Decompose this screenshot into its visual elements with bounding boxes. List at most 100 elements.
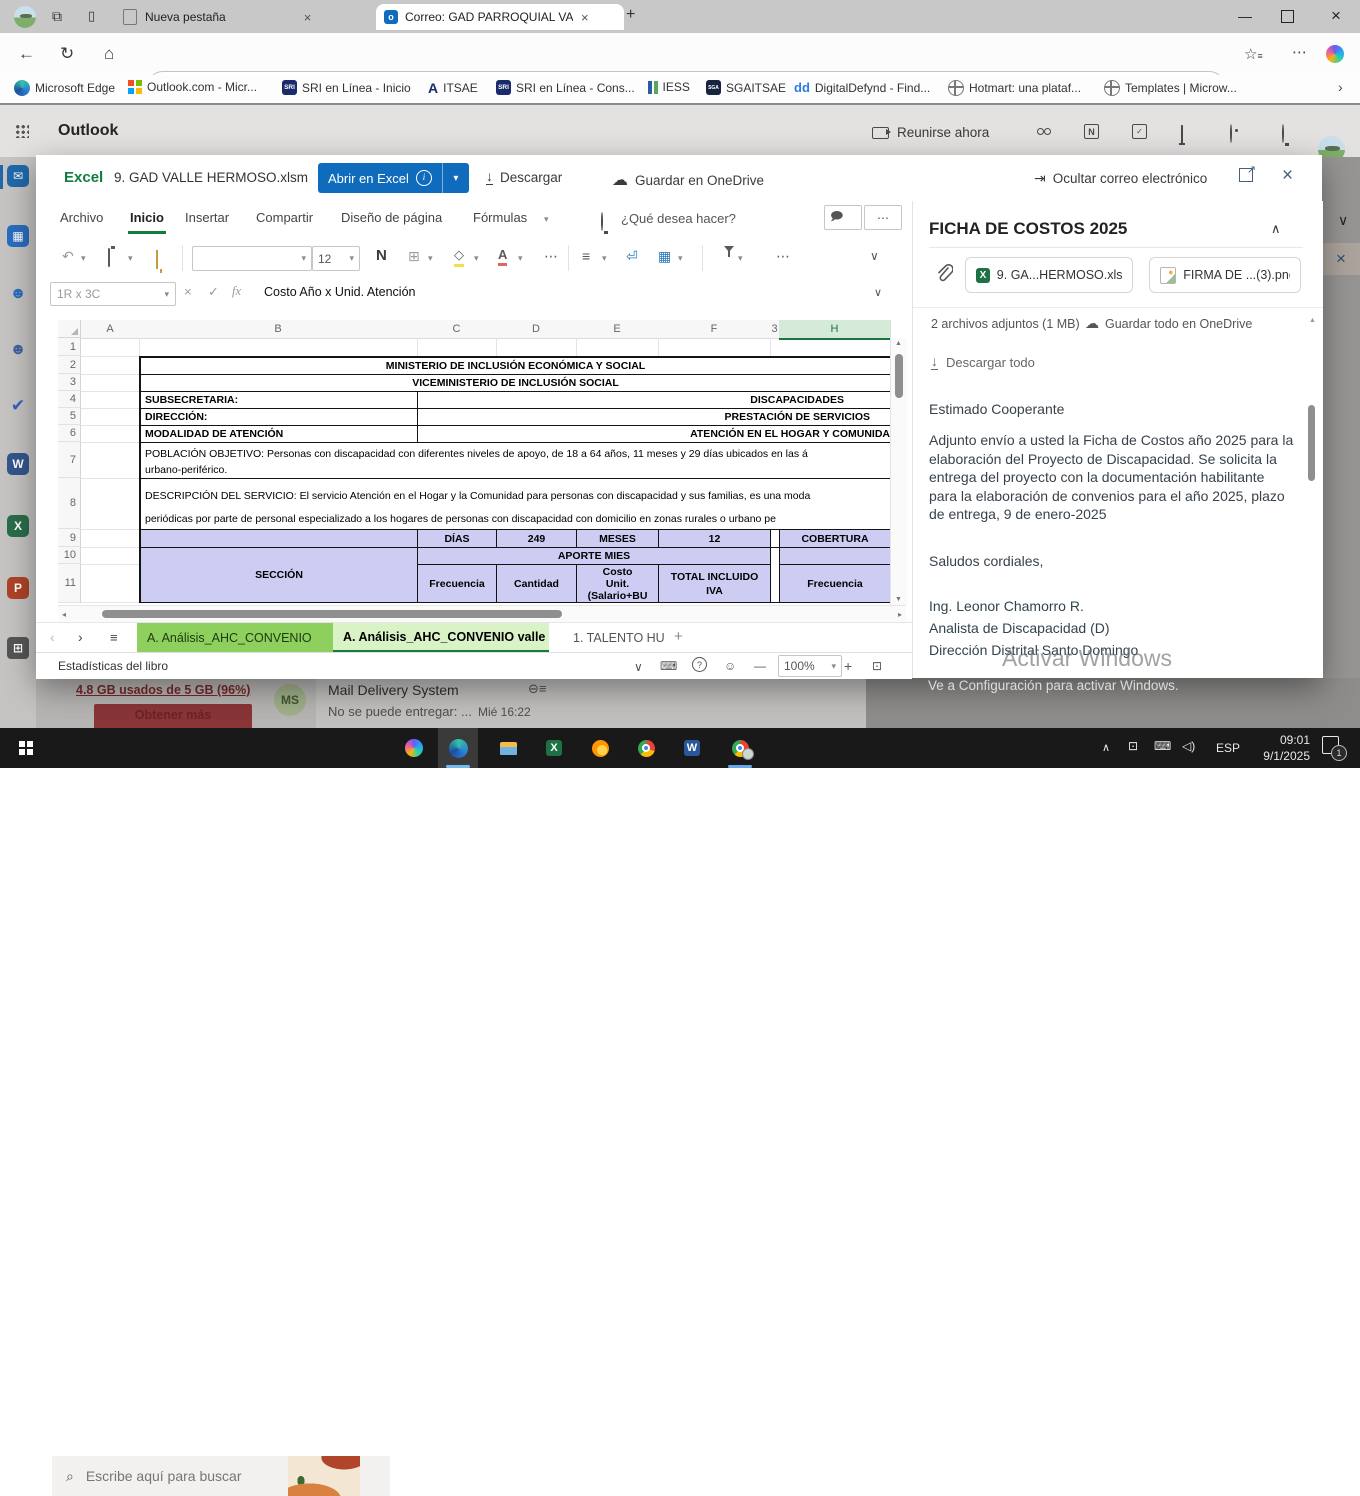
formula-expand-icon[interactable]: ∨ <box>874 286 882 299</box>
taskbar-copilot[interactable] <box>394 728 434 768</box>
cell-direccion-label[interactable]: DIRECCIÓN: <box>139 408 418 426</box>
font-color-dropdown-icon[interactable]: ▾ <box>518 253 523 264</box>
rail-mail-icon[interactable]: ✉ <box>7 165 29 187</box>
column-header-h[interactable]: H <box>779 320 891 340</box>
ribbon-more-button[interactable]: ⋯ <box>864 205 902 230</box>
undo-icon[interactable]: ↶ <box>62 248 74 265</box>
sheet-next-icon[interactable]: › <box>78 629 83 645</box>
column-header-b[interactable]: B <box>139 320 418 339</box>
row-header-7[interactable]: 7 <box>58 442 81 478</box>
zoom-in-icon[interactable]: + <box>844 658 852 674</box>
copilot-icon[interactable] <box>1326 45 1344 63</box>
close-tab-icon[interactable]: × <box>304 10 312 25</box>
browser-tab-outlook[interactable]: o Correo: GAD PARROQUIAL VALLE × <box>376 4 624 30</box>
vertical-scroll-thumb[interactable] <box>895 354 903 398</box>
row-header-5[interactable]: 5 <box>58 408 81 425</box>
settings-gear-icon[interactable] <box>1230 124 1232 143</box>
back-icon[interactable]: ← <box>18 44 35 64</box>
ribbon-tab-diseno[interactable]: Diseño de página <box>339 210 444 225</box>
attachment-chip-png[interactable]: FIRMA DE ...(3).png <box>1149 257 1301 293</box>
cell-dias-value[interactable]: 249 <box>496 529 577 548</box>
cell-direccion-value[interactable]: PRESTACIÓN DE SERVICIOS <box>417 408 891 426</box>
collapse-chevron-icon[interactable]: ∨ <box>1338 212 1348 229</box>
cell-dias[interactable]: DÍAS <box>417 529 497 548</box>
ribbon-tab-insertar[interactable]: Insertar <box>183 210 231 225</box>
sort-filter-dropdown-icon[interactable]: ▾ <box>738 253 743 264</box>
fill-color-icon[interactable]: ◇ <box>454 247 464 267</box>
ribbon-tab-archivo[interactable]: Archivo <box>58 210 105 225</box>
maximize-button[interactable] <box>1281 10 1294 23</box>
save-onedrive-button[interactable]: ☁Guardar en OneDrive <box>612 170 764 190</box>
close-pane-icon[interactable]: × <box>1322 243 1360 275</box>
taskbar-search[interactable]: ⌕ <box>52 1456 390 1496</box>
add-sheet-button[interactable]: + <box>674 628 683 645</box>
font-color-icon[interactable]: A <box>498 247 507 266</box>
cell-descripcion-servicio[interactable]: DESCRIPCIÓN DEL SERVICIO: El servicio At… <box>139 478 891 530</box>
status-dropdown-icon[interactable]: ∨ <box>634 660 643 674</box>
font-more-icon[interactable]: ⋯ <box>544 248 558 265</box>
onenote-icon[interactable]: N <box>1084 124 1099 139</box>
row-header-1[interactable]: 1 <box>58 338 81 356</box>
bookmark-digitaldefynd[interactable]: ddDigitalDefynd - Find... <box>794 80 930 95</box>
close-tab-icon[interactable]: × <box>581 10 589 25</box>
align-icon[interactable]: ≡ <box>582 248 590 264</box>
sheet-prev-icon[interactable]: ‹ <box>50 629 55 645</box>
ribbon-tab-inicio[interactable]: Inicio <box>128 210 166 234</box>
row-header-9[interactable]: 9 <box>58 529 81 547</box>
cell-r9-b[interactable] <box>139 529 418 548</box>
search-highlight-image[interactable] <box>288 1456 360 1496</box>
popout-icon[interactable]: ↗ <box>1239 168 1253 182</box>
outlook-logo[interactable]: Outlook <box>58 122 118 140</box>
font-name-select[interactable]: ▾ <box>192 246 312 271</box>
bold-button[interactable]: N <box>376 247 387 264</box>
bookmark-templates[interactable]: Templates | Microw... <box>1104 80 1237 96</box>
open-in-excel-button[interactable]: Abrir en Exceli <box>318 163 442 193</box>
email-scroll-thumb[interactable] <box>1308 405 1315 481</box>
bookmark-sri-inicio[interactable]: SRISRI en Línea - Inicio <box>282 80 411 95</box>
paste-dropdown-icon[interactable]: ▾ <box>128 253 133 264</box>
row-header-11[interactable]: 11 <box>58 564 81 603</box>
rail-powerpoint-icon[interactable]: P <box>7 577 29 599</box>
taskbar-word[interactable]: W <box>672 728 712 768</box>
name-box[interactable]: 1R x 3C▾ <box>50 282 176 306</box>
taskbar-edge-active[interactable] <box>438 728 478 768</box>
rail-calendar-icon[interactable]: ▦ <box>7 225 29 247</box>
cell-aporte-mies[interactable]: APORTE MIES <box>417 547 771 565</box>
tray-chevron-icon[interactable]: ∧ <box>1102 741 1110 754</box>
column-header-a[interactable]: A <box>81 320 140 339</box>
cell-modalidad-value[interactable]: ATENCIÓN EN EL HOGAR Y COMUNIDA <box>417 425 891 443</box>
column-header-c[interactable]: C <box>417 320 497 339</box>
open-in-excel-dropdown[interactable]: ▾ <box>442 163 469 193</box>
tray-language[interactable]: ESP <box>1216 741 1240 755</box>
favorites-list-icon[interactable]: ☆≡ <box>1244 45 1263 63</box>
download-all-button[interactable]: ↓Descargar todo <box>931 355 1035 370</box>
taskbar-excel[interactable]: X <box>534 728 574 768</box>
row-header-8[interactable]: 8 <box>58 478 81 529</box>
tips-lightbulb-icon[interactable] <box>1282 124 1284 143</box>
sheet-list-icon[interactable]: ≡ <box>110 630 118 645</box>
action-center-icon[interactable]: 1 <box>1322 736 1339 759</box>
browser-profile-avatar[interactable] <box>14 6 36 28</box>
sheet-tab-1[interactable]: A. Análisis_AHC_CONVENIO <box>137 623 339 653</box>
formulas-dropdown-icon[interactable]: ▾ <box>544 214 549 225</box>
cell-meses[interactable]: MESES <box>576 529 659 548</box>
format-painter-icon[interactable] <box>156 250 158 269</box>
cancel-entry-icon[interactable]: × <box>184 284 192 299</box>
app-launcher-icon[interactable] <box>15 124 29 138</box>
cell-seccion[interactable]: SECCIÓN <box>139 547 418 603</box>
column-header-d[interactable]: D <box>496 320 577 339</box>
workspaces-icon[interactable]: ⧉ <box>52 8 62 25</box>
todo-icon[interactable]: ✓ <box>1132 124 1147 139</box>
mail-subject[interactable]: No se puede entregar: ... <box>328 704 472 719</box>
font-size-select[interactable]: 12▾ <box>312 246 360 271</box>
keyboard-icon[interactable]: ⌨ <box>660 659 677 673</box>
new-tab-button[interactable]: + <box>626 6 635 24</box>
fill-dropdown-icon[interactable]: ▾ <box>474 253 479 264</box>
rail-word-icon[interactable]: W <box>7 453 29 475</box>
row-header-10[interactable]: 10 <box>58 547 81 564</box>
help-icon[interactable]: ? <box>692 657 707 672</box>
cell-subsecretaria-label[interactable]: SUBSECRETARIA: <box>139 391 418 409</box>
bookmark-sgaitsae[interactable]: SGASGAITSAE <box>706 80 786 95</box>
paste-icon[interactable] <box>108 248 110 267</box>
taskbar-explorer[interactable] <box>488 728 528 768</box>
